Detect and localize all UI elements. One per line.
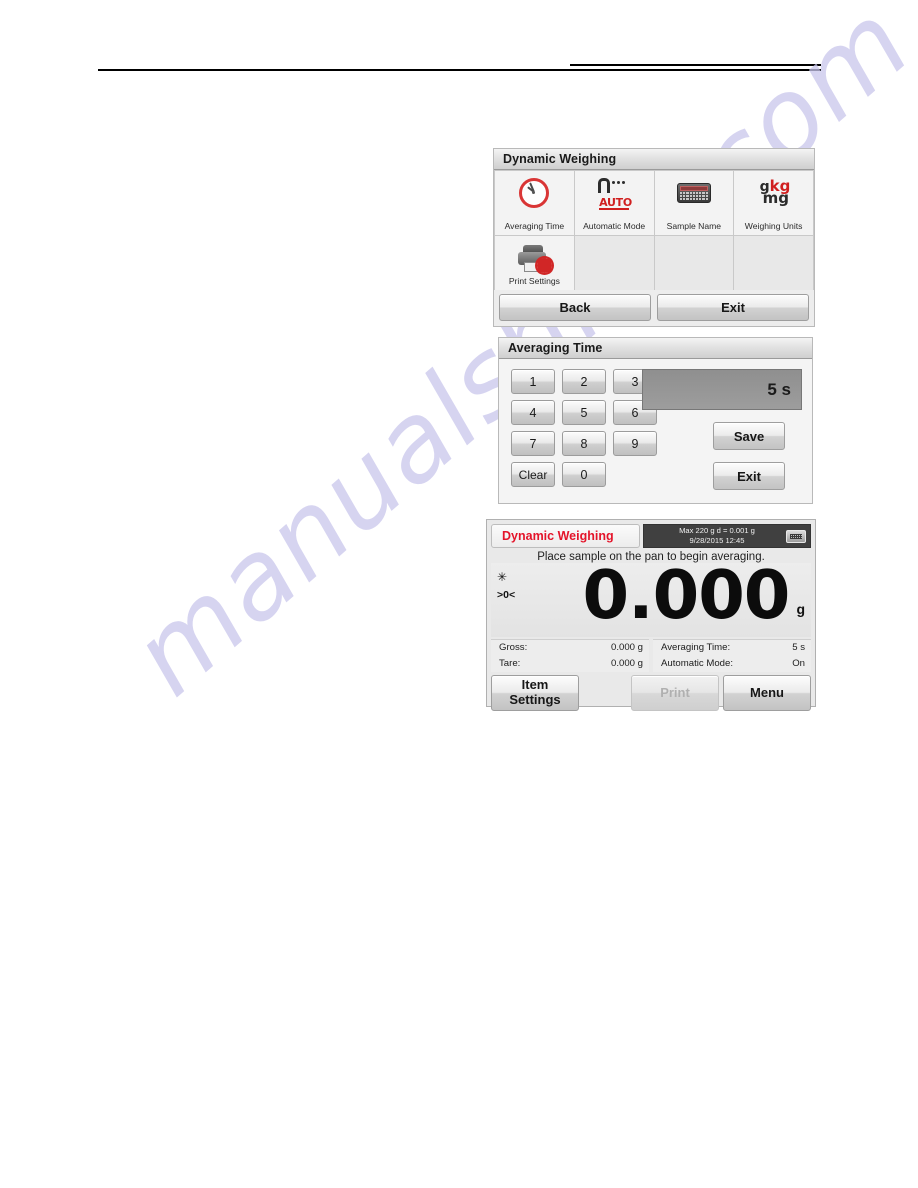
- print-button[interactable]: Print: [631, 674, 719, 711]
- averaging-time-value-field[interactable]: 5 s: [642, 369, 802, 410]
- weight-display-area: ✳ >0< 0.000 g: [491, 556, 811, 637]
- weight-readout: 0.000 g: [582, 556, 808, 634]
- tile-empty-2: [654, 236, 734, 290]
- units-icon-mg: mg: [762, 189, 789, 207]
- tile-weighing-units[interactable]: gkg mg Weighing Units: [734, 171, 813, 235]
- datetime-line: 9/28/2015 12:45: [689, 536, 745, 545]
- menu-tile-grid: Averaging Time AUTO Automatic Mode Sampl…: [494, 170, 814, 290]
- clock-icon: [517, 176, 551, 210]
- keyboard-icon: [676, 176, 711, 210]
- info-column-right: Averaging Time: 5 s Automatic Mode: On: [653, 639, 811, 672]
- weight-unit: g: [796, 600, 805, 617]
- averaging-time-value: 5 s: [792, 642, 805, 653]
- capacity-status-text: Max 220 g d = 0.001 g 9/28/2015 12:45: [648, 526, 786, 547]
- info-grid: Gross: 0.000 g Tare: 0.000 g Averaging T…: [491, 639, 811, 672]
- info-row-tare: Tare: 0.000 g: [491, 656, 649, 672]
- dynamic-weighing-menu-panel: Dynamic Weighing Averaging Time AUTO Aut…: [493, 148, 815, 327]
- key-8[interactable]: 8: [562, 431, 606, 456]
- screen-topbar: Dynamic Weighing Max 220 g d = 0.001 g 9…: [491, 524, 811, 548]
- save-button[interactable]: Save: [713, 422, 785, 450]
- key-0[interactable]: 0: [562, 462, 606, 487]
- info-row-gross: Gross: 0.000 g: [491, 640, 649, 656]
- tile-print-settings[interactable]: Print Settings: [495, 236, 574, 290]
- key-9[interactable]: 9: [613, 431, 657, 456]
- key-7[interactable]: 7: [511, 431, 555, 456]
- tile-label-sample-name: Sample Name: [666, 221, 722, 232]
- panel-title-averaging-time: Averaging Time: [499, 338, 812, 359]
- key-2[interactable]: 2: [562, 369, 606, 394]
- screen-footer: Item Settings Print Menu: [491, 674, 811, 711]
- item-settings-button[interactable]: Item Settings: [491, 674, 579, 711]
- zero-indicator: >0<: [497, 589, 516, 602]
- tile-automatic-mode[interactable]: AUTO Automatic Mode: [574, 171, 654, 235]
- gross-label: Gross:: [499, 642, 528, 653]
- tile-label-print-settings: Print Settings: [508, 276, 560, 287]
- item-settings-line2: Settings: [509, 691, 561, 707]
- tile-empty-1: [574, 236, 654, 290]
- status-flags: ✳ >0<: [497, 567, 515, 605]
- averaging-time-label: Averaging Time:: [661, 642, 731, 653]
- tare-value: 0.000 g: [610, 657, 643, 669]
- tile-label-weighing-units: Weighing Units: [744, 221, 803, 232]
- exit-button-keypad[interactable]: Exit: [713, 462, 785, 490]
- capacity-line: Max 220 g d = 0.001 g: [679, 525, 755, 535]
- weighing-units-icon: gkg mg: [757, 176, 791, 210]
- key-5[interactable]: 5: [562, 400, 606, 425]
- weight-value: 0.000: [582, 556, 791, 634]
- key-1[interactable]: 1: [511, 369, 555, 394]
- auto-mode-icon: AUTO: [597, 176, 632, 210]
- automatic-mode-value: On: [792, 657, 805, 669]
- capacity-status-box: Max 220 g d = 0.001 g 9/28/2015 12:45: [643, 524, 811, 548]
- header-rule-short: [570, 64, 821, 66]
- tile-label-averaging-time: Averaging Time: [504, 221, 565, 232]
- printer-settings-icon: [517, 241, 553, 275]
- info-row-automatic-mode: Automatic Mode: On: [653, 656, 811, 672]
- panel-title-dynamic-weighing: Dynamic Weighing: [494, 149, 814, 170]
- footer-spacer: [583, 675, 627, 711]
- item-settings-line1: Item: [521, 677, 549, 693]
- info-column-left: Gross: 0.000 g Tare: 0.000 g: [491, 639, 649, 672]
- header-rule-long: [98, 69, 821, 71]
- weighing-screen-panel: Dynamic Weighing Max 220 g d = 0.001 g 9…: [486, 519, 816, 711]
- tile-empty-3: [734, 236, 813, 290]
- menu-footer: Back Exit: [494, 290, 814, 326]
- info-row-averaging-time: Averaging Time: 5 s: [653, 640, 811, 656]
- key-clear[interactable]: Clear: [511, 462, 555, 487]
- tile-sample-name[interactable]: Sample Name: [654, 171, 734, 235]
- exit-button[interactable]: Exit: [657, 294, 809, 321]
- back-button[interactable]: Back: [499, 294, 651, 321]
- key-4[interactable]: 4: [511, 400, 555, 425]
- stability-indicator-icon: ✳: [497, 570, 508, 584]
- keypad-body: 1 2 3 4 5 6 7 8 9 Clear 0 5 s Save Exit: [499, 359, 812, 503]
- tare-label: Tare:: [499, 657, 521, 669]
- numeric-keypad: 1 2 3 4 5 6 7 8 9 Clear 0: [511, 369, 657, 487]
- gross-value: 0.000 g: [610, 642, 643, 653]
- menu-button[interactable]: Menu: [723, 674, 811, 711]
- tile-label-automatic-mode: Automatic Mode: [583, 221, 646, 232]
- averaging-time-keypad-panel: Averaging Time 1 2 3 4 5 6 7 8 9 Clear 0…: [498, 337, 813, 504]
- tile-averaging-time[interactable]: Averaging Time: [495, 171, 574, 235]
- application-name[interactable]: Dynamic Weighing: [491, 524, 640, 548]
- automatic-mode-label: Automatic Mode:: [661, 657, 733, 669]
- balance-icon: [786, 529, 806, 543]
